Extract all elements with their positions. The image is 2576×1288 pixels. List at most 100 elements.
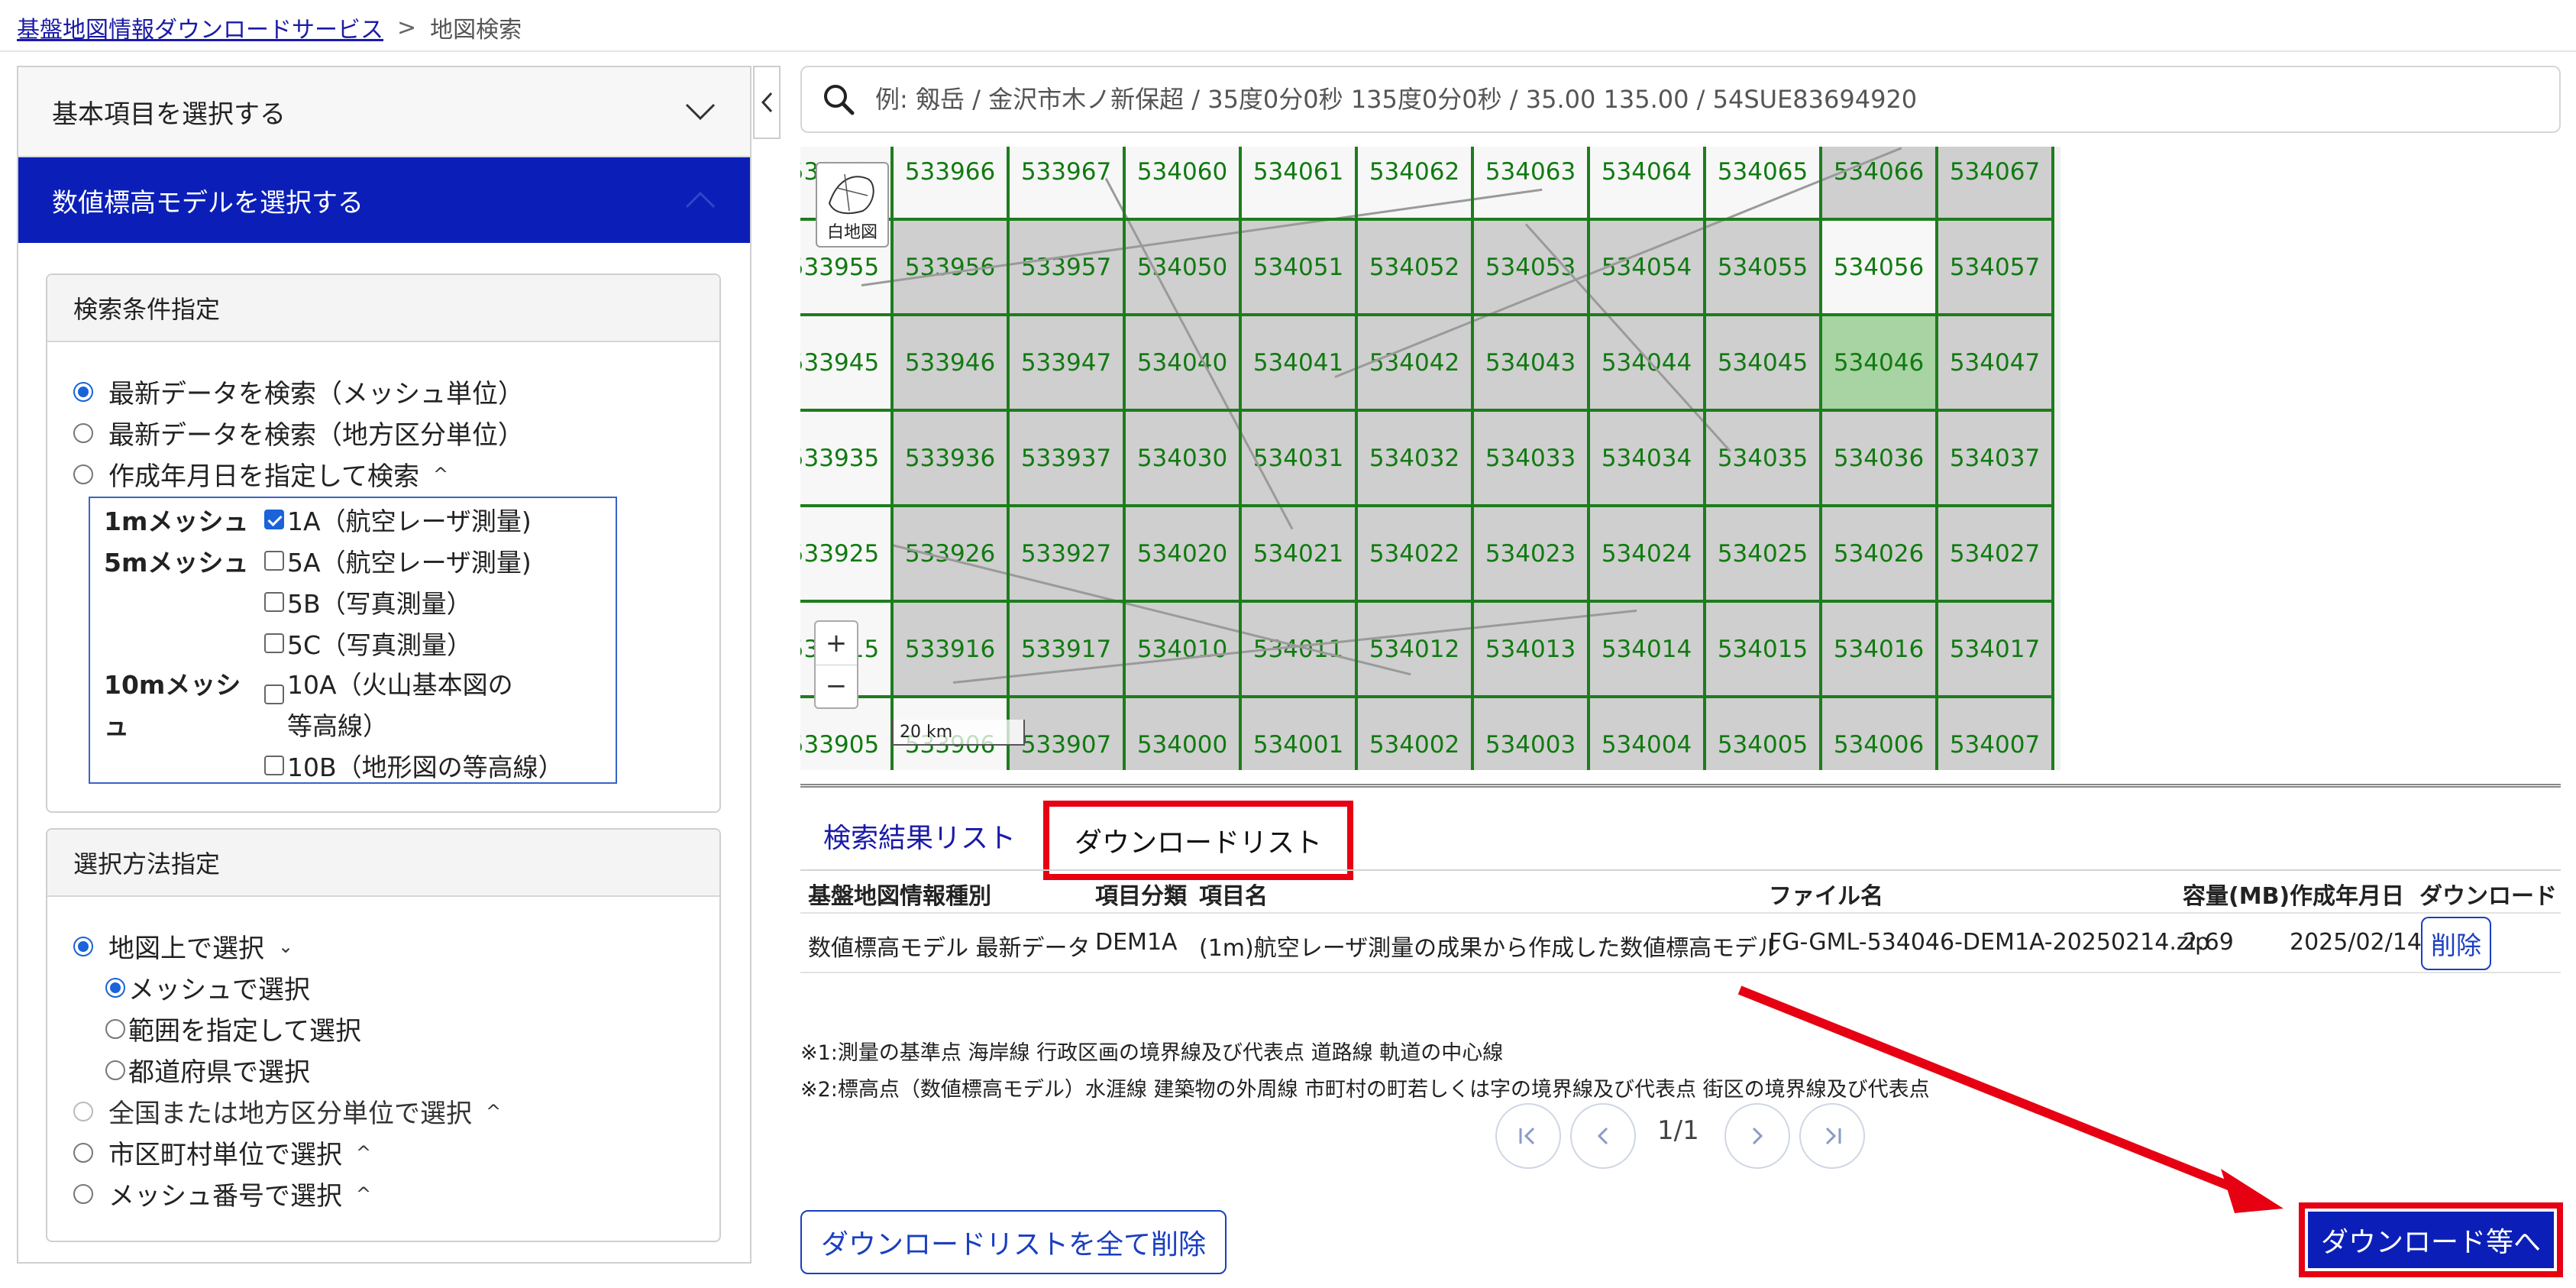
search-input[interactable]: [875, 85, 2517, 114]
mesh-tile-534012[interactable]: 534012: [1356, 601, 1472, 697]
mesh-tile-534041[interactable]: 534041: [1240, 315, 1356, 410]
radio-button[interactable]: [73, 422, 93, 443]
mesh-tile-534024[interactable]: 534024: [1589, 506, 1705, 601]
mesh-tile-534037[interactable]: 534037: [1937, 410, 2053, 506]
radio-national-region[interactable]: 全国または地方区分単位で選択 ^: [73, 1092, 501, 1130]
caret-up-icon[interactable]: ^: [433, 464, 448, 485]
mesh-tile-534020[interactable]: 534020: [1124, 506, 1240, 601]
page-prev-button[interactable]: [1570, 1103, 1636, 1169]
tab-search-results[interactable]: 検索結果リスト: [823, 810, 1016, 862]
mesh-tile-534051[interactable]: 534051: [1240, 219, 1356, 315]
mesh-tile-534056[interactable]: 534056: [1821, 219, 1937, 315]
radio-by-date[interactable]: 作成年月日を指定して検索 ^: [73, 455, 448, 493]
zoom-in-button[interactable]: +: [816, 622, 857, 665]
mesh-tile-534032[interactable]: 534032: [1356, 410, 1472, 506]
mesh-tile-534005[interactable]: 534005: [1705, 697, 1821, 770]
radio-latest-region[interactable]: 最新データを検索（地方区分単位）: [73, 414, 524, 451]
mesh-tile-534013[interactable]: 534013: [1472, 601, 1589, 697]
checkbox[interactable]: [264, 510, 284, 529]
mesh-tile-534016[interactable]: 534016: [1821, 601, 1937, 697]
mesh-tile-534036[interactable]: 534036: [1821, 410, 1937, 506]
tab-download-list[interactable]: ダウンロードリスト: [1043, 801, 1353, 880]
mesh-tile-534007[interactable]: 534007: [1937, 697, 2053, 770]
mesh-tile-534035[interactable]: 534035: [1705, 410, 1821, 506]
go-to-download-button[interactable]: ダウンロード等へ: [2308, 1212, 2554, 1268]
mesh-tile-534061[interactable]: 534061: [1240, 147, 1356, 219]
checkbox[interactable]: [264, 684, 284, 704]
caret-up-icon[interactable]: ^: [356, 1183, 371, 1205]
radio-select-on-map[interactable]: 地図上で選択 ⌄: [73, 927, 293, 965]
radio-municipality[interactable]: 市区町村単位で選択 ^: [73, 1134, 371, 1171]
mesh-tile-534027[interactable]: 534027: [1937, 506, 2053, 601]
checkbox-5b[interactable]: 5B（写真測量）: [264, 584, 472, 620]
basemap-switch-button[interactable]: 白地図: [816, 162, 889, 248]
mesh-tile-534033[interactable]: 534033: [1472, 410, 1589, 506]
mesh-tile-534053[interactable]: 534053: [1472, 219, 1589, 315]
checkbox[interactable]: [264, 592, 284, 612]
page-next-button[interactable]: [1724, 1103, 1790, 1169]
zoom-out-button[interactable]: −: [816, 665, 857, 708]
mesh-tile-533936[interactable]: 533936: [892, 410, 1008, 506]
mesh-tile-533945[interactable]: 533945: [800, 315, 892, 410]
mesh-tile-534017[interactable]: 534017: [1937, 601, 2053, 697]
accordion-dem[interactable]: 数値標高モデルを選択する: [18, 157, 750, 243]
mesh-tile-534044[interactable]: 534044: [1589, 315, 1705, 410]
radio-button[interactable]: [73, 936, 93, 956]
mesh-tile-534060[interactable]: 534060: [1124, 147, 1240, 219]
radio-mesh-number[interactable]: メッシュ番号で選択 ^: [73, 1175, 371, 1212]
radio-by-prefecture[interactable]: 都道府県で選択: [105, 1051, 310, 1089]
mesh-tile-534022[interactable]: 534022: [1356, 506, 1472, 601]
mesh-tile-534067[interactable]: 534067: [1937, 147, 2053, 219]
mesh-tile-534052[interactable]: 534052: [1356, 219, 1472, 315]
mesh-tile-533935[interactable]: 533935: [800, 410, 892, 506]
checkbox-10a[interactable]: [264, 684, 287, 704]
breadcrumb-home-link[interactable]: 基盤地図情報ダウンロードサービス: [17, 11, 383, 44]
mesh-tile-533947[interactable]: 533947: [1008, 315, 1124, 410]
mesh-tile-534015[interactable]: 534015: [1705, 601, 1821, 697]
mesh-tile-534043[interactable]: 534043: [1472, 315, 1589, 410]
mesh-tile-533917[interactable]: 533917: [1008, 601, 1124, 697]
mesh-tile-534063[interactable]: 534063: [1472, 147, 1589, 219]
mesh-tile-534047[interactable]: 534047: [1937, 315, 2053, 410]
mesh-tile-533926[interactable]: 533926: [892, 506, 1008, 601]
mesh-tile-534002[interactable]: 534002: [1356, 697, 1472, 770]
radio-latest-mesh[interactable]: 最新データを検索（メッシュ単位）: [73, 373, 524, 410]
checkbox[interactable]: [264, 551, 284, 571]
caret-up-icon[interactable]: ^: [356, 1142, 371, 1163]
sidebar-collapse-button[interactable]: [753, 66, 781, 139]
mesh-tile-534046[interactable]: 534046: [1821, 315, 1937, 410]
checkbox-5a[interactable]: 5A（航空レーザ測量): [264, 542, 532, 579]
mesh-tile-534006[interactable]: 534006: [1821, 697, 1937, 770]
radio-by-range[interactable]: 範囲を指定して選択: [105, 1010, 361, 1047]
mesh-tile-534030[interactable]: 534030: [1124, 410, 1240, 506]
mesh-tile-533957[interactable]: 533957: [1008, 219, 1124, 315]
radio-button[interactable]: [73, 1142, 93, 1163]
delete-button[interactable]: 削除: [2421, 917, 2491, 970]
radio-button[interactable]: [105, 977, 125, 998]
mesh-tile-534031[interactable]: 534031: [1240, 410, 1356, 506]
map-divider[interactable]: [800, 784, 2561, 788]
mesh-tile-534057[interactable]: 534057: [1937, 219, 2053, 315]
mesh-tile-534064[interactable]: 534064: [1589, 147, 1705, 219]
mesh-tile-533966[interactable]: 533966: [892, 147, 1008, 219]
clear-download-list-button[interactable]: ダウンロードリストを全て削除: [800, 1210, 1227, 1274]
mesh-tile-534000[interactable]: 534000: [1124, 697, 1240, 770]
mesh-tile-534065[interactable]: 534065: [1705, 147, 1821, 219]
radio-by-mesh[interactable]: メッシュで選択: [105, 969, 310, 1006]
mesh-tile-534004[interactable]: 534004: [1589, 697, 1705, 770]
checkbox-10b[interactable]: 10B（地形図の等高線）: [264, 747, 564, 784]
mesh-tile-533946[interactable]: 533946: [892, 315, 1008, 410]
radio-button[interactable]: [105, 1060, 125, 1080]
page-last-button[interactable]: [1799, 1103, 1865, 1169]
mesh-tile-534025[interactable]: 534025: [1705, 506, 1821, 601]
checkbox-1a[interactable]: 1A（航空レーザ測量): [264, 501, 532, 538]
accordion-basic-items[interactable]: 基本項目を選択する: [18, 67, 750, 157]
mesh-tile-533925[interactable]: 533925: [800, 506, 892, 601]
mesh-tile-534001[interactable]: 534001: [1240, 697, 1356, 770]
radio-button[interactable]: [105, 1018, 125, 1039]
map-view[interactable]: 5339655339665339675340605340615340625340…: [800, 147, 2060, 770]
mesh-tile-534021[interactable]: 534021: [1240, 506, 1356, 601]
radio-button[interactable]: [73, 1183, 93, 1204]
caret-down-icon[interactable]: ⌄: [278, 936, 293, 957]
checkbox-5c[interactable]: 5C（写真測量）: [264, 625, 472, 662]
